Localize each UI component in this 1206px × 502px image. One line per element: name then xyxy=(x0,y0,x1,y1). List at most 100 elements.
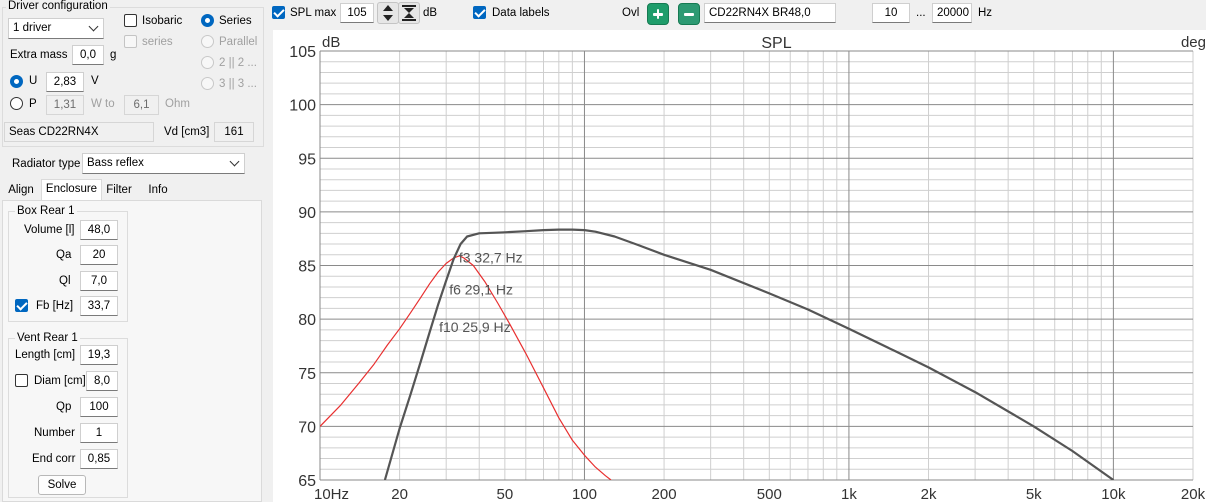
tab-align[interactable]: Align xyxy=(4,181,38,199)
freq-hz-unit: Hz xyxy=(978,7,993,19)
tab-filter[interactable]: Filter xyxy=(104,181,134,199)
y2-axis-label: deg xyxy=(1181,34,1206,51)
volume-label: Volume [l] xyxy=(24,224,75,236)
y-tick-label: 70 xyxy=(298,419,316,436)
radiator-type-label: Radiator type xyxy=(12,158,81,170)
driver-count-select[interactable]: 1 driver xyxy=(8,18,104,39)
chevron-down-icon xyxy=(229,156,240,167)
voltage-radio[interactable] xyxy=(10,75,23,88)
spl-curve-main xyxy=(383,228,1115,480)
spl-max-label: SPL max xyxy=(290,7,337,19)
end-corr-label: End corr xyxy=(32,453,76,465)
expand-vertical-icon xyxy=(402,5,416,21)
freq-min-input[interactable]: 10 xyxy=(872,3,910,23)
vent-title: Vent Rear 1 xyxy=(15,332,80,345)
spl-max-checkbox[interactable] xyxy=(272,6,285,19)
y-tick-label: 100 xyxy=(289,98,316,115)
opt-3x3-radio[interactable] xyxy=(201,77,214,90)
opt-2x2-radio[interactable] xyxy=(201,56,214,69)
y-tick-label: 95 xyxy=(298,151,316,168)
x-tick-label: 50 xyxy=(497,486,514,502)
parallel-radio[interactable] xyxy=(201,35,214,48)
data-labels-label: Data labels xyxy=(492,7,550,19)
x-tick-label: 5k xyxy=(1026,486,1042,502)
vd-label: Vd [cm3] xyxy=(164,126,210,138)
fb-checkbox[interactable] xyxy=(15,299,28,312)
add-overlay-button[interactable] xyxy=(647,3,669,25)
extra-mass-label: Extra mass xyxy=(10,49,68,61)
ohm-input[interactable]: 6,1 xyxy=(124,95,159,115)
volume-input[interactable]: 48,0 xyxy=(80,220,118,240)
power-radio[interactable] xyxy=(10,97,23,110)
ql-input[interactable]: 7,0 xyxy=(80,271,118,291)
x-tick-label: 10k xyxy=(1101,486,1126,502)
y-tick-label: 85 xyxy=(298,259,316,276)
opt-2x2-label: 2 || 2 ... xyxy=(219,57,257,69)
opt-3x3-label: 3 || 3 ... xyxy=(219,78,257,90)
radiator-type-value: Bass reflex xyxy=(87,157,144,169)
end-corr-input[interactable]: 0,85 xyxy=(80,449,118,469)
curve-name-input[interactable]: CD22RN4X BR48,0 xyxy=(704,3,836,23)
isobaric-checkbox[interactable] xyxy=(124,14,137,27)
extra-mass-unit: g xyxy=(110,49,117,61)
tab-info[interactable]: Info xyxy=(146,181,170,199)
series-radio-label: Series xyxy=(219,15,252,27)
x-tick-label: 1k xyxy=(841,486,857,502)
solve-button[interactable]: Solve xyxy=(38,475,86,495)
series-checkbox-label: series xyxy=(142,36,173,48)
length-input[interactable]: 19,3 xyxy=(80,345,118,365)
ohm-unit: Ohm xyxy=(165,98,190,110)
y-tick-label: 75 xyxy=(298,366,316,383)
y-axis-label: dB xyxy=(322,34,340,51)
voltage-label: U xyxy=(29,75,38,87)
x-tick-label: 100 xyxy=(572,486,597,502)
qa-input[interactable]: 20 xyxy=(80,245,118,265)
length-label: Length [cm] xyxy=(15,349,76,361)
freq-range-dots: ... xyxy=(916,7,926,19)
spl-up-down-button[interactable] xyxy=(377,2,399,24)
ovl-label: Ovl xyxy=(622,7,640,19)
power-label: P xyxy=(29,98,37,110)
up-down-arrows-icon xyxy=(383,5,393,21)
w-to-label: W to xyxy=(91,98,115,110)
y-tick-label: 90 xyxy=(298,205,316,222)
qp-input[interactable]: 100 xyxy=(80,397,118,417)
x-tick-label: 20 xyxy=(391,486,408,502)
isobaric-label: Isobaric xyxy=(142,15,183,27)
driver-count-value: 1 driver xyxy=(13,22,52,34)
series-radio[interactable] xyxy=(201,14,214,27)
data-label-annotation: f6 29,1 Hz xyxy=(449,281,513,297)
spl-max-input[interactable]: 105 xyxy=(340,3,374,23)
driver-name-field[interactable]: Seas CD22RN4X xyxy=(4,122,154,142)
voltage-input[interactable]: 2,83 xyxy=(46,72,84,92)
diam-label: Diam [cm] xyxy=(34,375,86,387)
radiator-type-select[interactable]: Bass reflex xyxy=(82,153,245,174)
tab-enclosure[interactable]: Enclosure xyxy=(41,179,102,201)
spl-chart[interactable]: 65 70 75 80 85 90 95 100 105 10Hz 20 50 100 200 500 1k 2… xyxy=(273,30,1206,502)
extra-mass-input[interactable]: 0,0 xyxy=(72,45,104,65)
spl-expand-button[interactable] xyxy=(398,2,420,24)
x-tick-label: 20k xyxy=(1181,486,1206,502)
x-tick-label: 10Hz xyxy=(314,486,349,502)
data-labels-checkbox[interactable] xyxy=(473,6,486,19)
number-input[interactable]: 1 xyxy=(80,423,118,443)
fb-input[interactable]: 33,7 xyxy=(80,296,118,316)
chevron-down-icon xyxy=(88,21,99,32)
spl-db-unit: dB xyxy=(423,7,438,19)
power-input[interactable]: 1,31 xyxy=(46,95,84,115)
remove-overlay-button[interactable] xyxy=(678,3,700,25)
data-label-annotation: f3 32,7 Hz xyxy=(459,249,523,265)
diam-checkbox[interactable] xyxy=(15,374,28,387)
driver-config-title: Driver configuration xyxy=(6,0,110,13)
vd-field[interactable]: 161 xyxy=(214,122,254,142)
x-tick-label: 500 xyxy=(757,486,782,502)
qa-label: Qa xyxy=(56,249,72,261)
parallel-label: Parallel xyxy=(219,36,258,48)
chart-title: SPL xyxy=(761,35,791,52)
number-label: Number xyxy=(34,427,75,439)
diam-input[interactable]: 8,0 xyxy=(86,371,118,391)
x-tick-label: 2k xyxy=(921,486,937,502)
series-checkbox[interactable] xyxy=(124,35,137,48)
box-title: Box Rear 1 xyxy=(15,205,77,218)
freq-max-input[interactable]: 20000 xyxy=(932,3,972,23)
